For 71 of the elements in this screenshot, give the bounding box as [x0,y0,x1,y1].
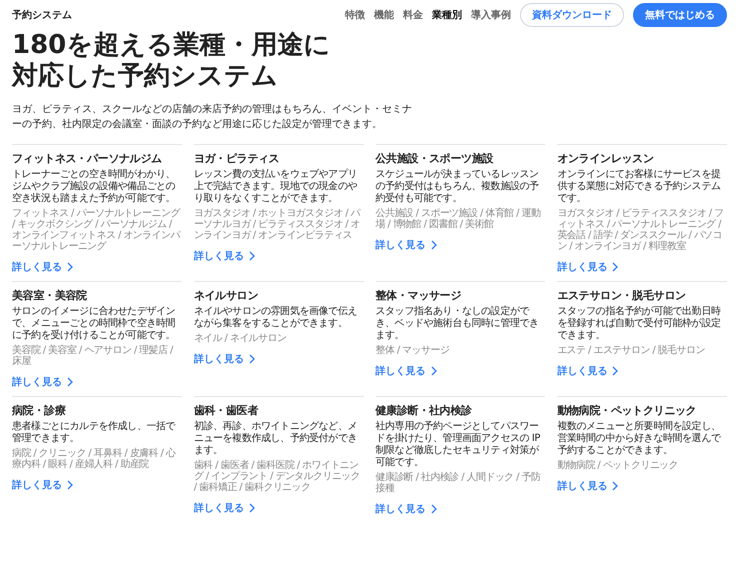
chevron-right-icon [67,480,73,490]
chevron-right-icon [67,262,73,272]
more-link[interactable]: 詳しく見る [376,364,436,378]
card-title: 動物病院・ペットクリニック [557,403,698,418]
card-title: 病院・診療 [12,403,67,418]
card-title: 健康診断・社内検診 [376,403,473,418]
card-title: オンラインレッスン [557,151,655,166]
card-description: スケジュールが決まっているレッスンの予約受付はもちろん、複数施設の予約受付も可能です。 [376,169,540,205]
tag-list: 動物病院 / ペットクリニック [557,460,727,471]
card-description: レッスン費の支払いをウェブやアプリ上で完結できます。現地での現金のやり取りをなくすことができます。 [194,169,358,205]
tag-list: フィットネス / パーソナルトレーニング / キックボクシング / パーソナルジム / オンラインフィットネス / オンラインパーソナルトレーニング [12,208,182,252]
tag-list: ヨガスタジオ / ピラティススタジオ / フィットネス / パーソナルトレーニング / 英会話 / 語学 / ダンススクール / パソコン / オンラインヨガ / 料理教室 [557,208,727,252]
card-description: 初診、再診、ホワイトニングなど、メニューを複数作成し、予約受付ができます。 [194,421,358,457]
more-link[interactable]: 詳しく見る [12,375,73,389]
logo-text[interactable]: 予約システム [12,8,72,22]
card-title: エステサロン・脱毛サロン [557,288,687,303]
tag-list: 公共施設 / スポーツ施設 / 体育館 / 運動場 / 博物館 / 図書館 / 美術館 [376,208,546,230]
page-title: 180を超える業種・用途に [12,30,330,61]
card-title: 整体・マッサージ [376,288,462,303]
card-description: 社内専用の予約ページとしてパスワードを掛けたり、管理画面アクセスの IP 制限など徹底したセキュリティ対策が可能です。 [376,421,542,469]
tag-list: 美容院 / 美容室 / ヘアサロン / 理髪店 / 床屋 [12,345,182,367]
more-link[interactable]: 詳しく見る [194,249,255,263]
card-description: オンラインにてお客様にサービスを提供する業態に対応できる予約システムです。 [557,169,722,205]
card-description: 患者様ごとにカルテを作成し、一括で管理できます。 [12,421,176,445]
chevron-right-icon [612,366,618,376]
card-title: フィットネス・パーソナルジム [12,151,163,166]
card-description: ネイルやサロンの雰囲気を画像で伝えながら集客をすることができます。 [194,306,358,330]
chevron-right-icon [248,354,255,364]
card-title: ヨガ・ピラティス [194,151,280,166]
chevron-right-icon [248,251,255,261]
more-link[interactable]: 詳しく見る [557,364,618,378]
chevron-right-icon [430,366,436,376]
nav-link[interactable]: 導入事例 [471,8,511,22]
tag-list: 歯科 / 歯医者 / 歯科医院 / ホワイトニング / インプラント / デンタルクリニック / 歯科矯正 / 歯科クリニック [194,460,364,493]
more-link[interactable]: 詳しく見る [376,502,436,516]
nav-link[interactable]: 業種別 [432,8,462,22]
page-title: 対応した予約システム [12,61,278,92]
card-description: トレーナーごとの空き時間がわかり、ジムやクラブ施設の設備や備品ごとの空き状況も踏まえた予約が可能です。 [12,169,176,205]
more-link[interactable]: 詳しく見る [12,260,73,274]
download-button[interactable]: 資料ダウンロード [520,3,624,27]
card-title: 美容室・美容院 [12,288,88,303]
tag-list: 健康診断 / 社内検診 / 人間ドック / 予防接種 [376,472,546,494]
tag-list: 病院 / クリニック / 耳鼻科 / 皮膚科 / 心療内科 / 眼科 / 産婦人科 / 助産院 [12,448,182,470]
intro-text: ヨガ、ピラティス、スクールなどの店舗の来店予約の管理はもちろん、イベント・セミナーの予約、社内限定の会議室・面談の予約など用途に応じた設定が管理できます。 [12,102,412,132]
more-link[interactable]: 詳しく見る [557,479,618,493]
tag-list: ネイル / ネイルサロン [194,333,364,344]
signup-button[interactable]: 無料ではじめる [633,3,727,27]
chevron-right-icon [612,262,618,272]
chevron-right-icon [430,240,436,250]
more-link[interactable]: 詳しく見る [194,352,255,366]
more-link[interactable]: 詳しく見る [194,501,255,515]
more-link[interactable]: 詳しく見る [557,260,618,274]
card-description: スタッフの指名予約が可能で出勤日時を登録すれば自動で受付可能枠が設定できます。 [557,306,722,342]
chevron-right-icon [67,377,73,387]
nav-link[interactable]: 特徴 [345,8,365,22]
chevron-right-icon [248,503,255,513]
more-link[interactable]: 詳しく見る [376,238,436,252]
card-title: ネイルサロン [194,288,259,303]
tag-list: 整体 / マッサージ [376,345,546,356]
nav-link[interactable]: 機能 [374,8,394,22]
chevron-right-icon [430,504,436,514]
tag-list: ヨガスタジオ / ホットヨガスタジオ / パーソナルヨガ / ピラティススタジオ / オンラインヨガ / オンラインピラティス [194,208,364,241]
card-description: スタッフ指名あり・なしの設定ができ、ベッドや施術台も同時に管理できます。 [376,306,540,342]
more-link[interactable]: 詳しく見る [12,478,73,492]
tag-list: エステ / エステサロン / 脱毛サロン [557,345,727,356]
chevron-right-icon [612,481,618,491]
card-title: 歯科・歯医者 [194,403,260,418]
card-description: 複数のメニューと所要時間を設定し、営業時間の中から好きな時間を選んで予約することができます。 [557,421,722,457]
card-description: サロンのイメージに合わせたデザインで、メニューごとの時間枠で空き時間に予約を受け付けることが可能です。 [12,306,176,342]
nav-link[interactable]: 料金 [403,8,423,22]
card-title: 公共施設・スポーツ施設 [376,151,494,166]
